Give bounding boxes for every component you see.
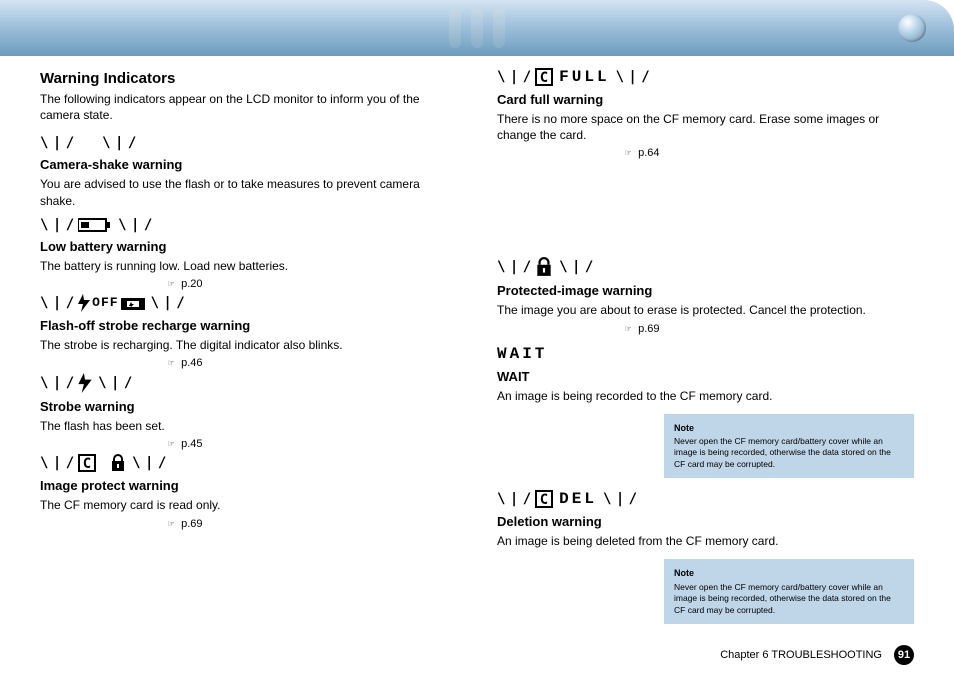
item-heading: Flash-off strobe recharge warning (40, 318, 457, 333)
item-heading: Camera-shake warning (40, 157, 457, 172)
note-callout: Note Never open the CF memory card/batte… (664, 414, 914, 479)
page-ref-icon: ☞ (625, 148, 631, 159)
blink-marks-right: \ | / (559, 259, 591, 275)
item-body: The battery is running low. Load new bat… (40, 258, 457, 274)
card-c-icon: C (535, 490, 553, 508)
item-heading: Low battery warning (40, 239, 457, 254)
lock-icon (110, 454, 126, 472)
off-label: OFF (92, 295, 118, 310)
page-ref-icon: ☞ (168, 439, 174, 450)
blink-marks-right: \ | / (151, 295, 183, 311)
indicator-protected-image: \ | / \ | / (497, 257, 914, 277)
page-ref: ☞ p.20 (168, 278, 457, 290)
callout-title: Note (674, 422, 904, 434)
blink-marks-right: \ | / (603, 491, 635, 507)
section-title: Warning Indicators (40, 70, 457, 87)
blink-marks-right: \ | / (616, 69, 648, 85)
chapter-title: Chapter 6 TROUBLESHOOTING (720, 649, 882, 661)
blink-marks-left: \ | / (40, 295, 72, 311)
blink-marks-left: \ | / (40, 217, 72, 233)
page-ref: ☞ p.69 (168, 518, 457, 530)
header-notch (493, 8, 505, 48)
item-heading: Image protect warning (40, 478, 457, 493)
item-body: You are advised to use the flash or to t… (40, 176, 457, 208)
section-intro: The following indicators appear on the L… (40, 91, 457, 123)
item-body: An image is being deleted from the CF me… (497, 533, 914, 549)
wait-label: WAIT (497, 345, 914, 363)
item-body: The CF memory card is read only. (40, 497, 457, 513)
page-ref-text: p.69 (638, 323, 659, 335)
page-ref: ☞ p.45 (168, 438, 457, 450)
page-ref-text: p.45 (181, 438, 202, 450)
page-ref: ☞ p.46 (168, 357, 457, 369)
indicator-flash-off-recharge: \ | / OFF \ | / (40, 294, 457, 312)
page-ref: ☞ p.69 (625, 323, 914, 335)
indicator-card-delete: \ | / C DEL \ | / (497, 490, 914, 508)
page-ref-icon: ☞ (168, 358, 174, 369)
page-ref-text: p.20 (181, 278, 202, 290)
item-body: The image you are about to erase is prot… (497, 302, 914, 318)
item-body: The flash has been set. (40, 418, 457, 434)
svg-text:C: C (540, 70, 548, 86)
page-ref-icon: ☞ (625, 324, 631, 335)
card-c-icon: C (78, 454, 96, 472)
callout-text: Never open the CF memory card/battery co… (674, 582, 904, 616)
header-notches (449, 8, 505, 48)
item-body: The strobe is recharging. The digital in… (40, 337, 457, 353)
indicator-card-protect: \ | / C \ | / (40, 454, 457, 472)
note-callout: Note Never open the CF memory card/batte… (664, 559, 914, 624)
indicator-low-battery: \ | / \ | / (40, 217, 457, 233)
page-number: 91 (894, 645, 914, 665)
lock-icon (535, 257, 553, 277)
blink-marks-right: \ | / (132, 455, 164, 471)
strobe-recharge-icon (121, 295, 145, 311)
blink-marks-right: \ | / (98, 375, 130, 391)
blink-marks-left: \ | / (40, 135, 72, 151)
svg-text:C: C (540, 492, 548, 508)
item-heading: Card full warning (497, 92, 914, 107)
item-heading: Deletion warning (497, 514, 914, 529)
item-heading: Protected-image warning (497, 283, 914, 298)
blink-marks-left: \ | / (497, 259, 529, 275)
camera-lens-icon (898, 14, 926, 42)
page-footer: Chapter 6 TROUBLESHOOTING 91 (720, 645, 914, 665)
header-notch (449, 8, 461, 48)
blink-marks-left: \ | / (40, 375, 72, 391)
item-heading: Strobe warning (40, 399, 457, 414)
blink-marks-left: \ | / (40, 455, 72, 471)
full-label: FULL (559, 68, 609, 86)
flash-bolt-icon (78, 373, 92, 393)
page-ref-text: p.69 (181, 518, 202, 530)
header-notch (471, 8, 483, 48)
flash-bolt-icon (78, 294, 90, 312)
page-ref-text: p.64 (638, 147, 659, 159)
blink-marks-left: \ | / (497, 491, 529, 507)
svg-text:C: C (83, 456, 91, 472)
page-ref: ☞ p.64 (625, 147, 914, 159)
callout-text: Never open the CF memory card/battery co… (674, 436, 904, 470)
right-column: \ | / C FULL \ | / Card full warning The… (497, 64, 914, 632)
callout-title: Note (674, 567, 904, 579)
page-ref-text: p.46 (181, 357, 202, 369)
blink-marks-right: \ | / (102, 135, 134, 151)
blink-marks-right: \ | / (118, 217, 150, 233)
left-column: Warning Indicators The following indicat… (40, 64, 457, 632)
page-ref-icon: ☞ (168, 279, 174, 290)
indicator-strobe: \ | / \ | / (40, 373, 457, 393)
card-c-icon: C (535, 68, 553, 86)
battery-low-icon (78, 217, 112, 233)
item-heading: WAIT (497, 369, 914, 384)
indicator-card-full: \ | / C FULL \ | / (497, 68, 914, 86)
item-body: There is no more space on the CF memory … (497, 111, 914, 143)
indicator-camera-shake: \ | / \ | / (40, 135, 457, 151)
content-columns: Warning Indicators The following indicat… (0, 56, 954, 632)
del-label: DEL (559, 490, 597, 508)
page-header-bar (0, 0, 954, 56)
item-body: An image is being recorded to the CF mem… (497, 388, 914, 404)
page-ref-icon: ☞ (168, 519, 174, 530)
blink-marks-left: \ | / (497, 69, 529, 85)
